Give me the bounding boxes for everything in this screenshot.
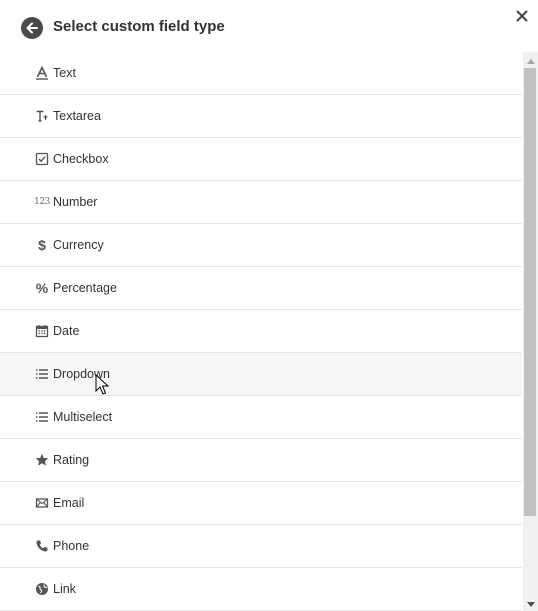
list-icon xyxy=(34,396,50,438)
phone-icon xyxy=(34,525,50,567)
checkbox-icon xyxy=(34,138,50,180)
field-type-date[interactable]: Date xyxy=(0,310,522,353)
field-type-list: Text Textarea Checkbox 123 Number $ Curr… xyxy=(0,52,522,611)
scroll-up-arrow-icon[interactable] xyxy=(523,54,538,68)
field-type-checkbox[interactable]: Checkbox xyxy=(0,138,522,181)
scroll-down-arrow-icon[interactable] xyxy=(523,597,538,611)
field-type-label: Percentage xyxy=(53,281,117,295)
field-type-label: Rating xyxy=(53,453,90,467)
field-type-label: Text xyxy=(53,66,76,80)
arrow-left-icon xyxy=(26,22,38,34)
field-type-label: Email xyxy=(53,496,85,510)
field-type-currency[interactable]: $ Currency xyxy=(0,224,522,267)
dollar-icon: $ xyxy=(38,237,46,253)
text-format-icon xyxy=(34,52,50,94)
textarea-icon xyxy=(34,95,50,137)
field-type-number[interactable]: 123 Number xyxy=(0,181,522,224)
mouse-cursor-icon xyxy=(95,374,109,395)
star-icon xyxy=(34,439,50,481)
back-button[interactable] xyxy=(21,17,43,39)
percent-icon: % xyxy=(35,280,49,296)
close-button[interactable] xyxy=(513,7,531,25)
field-type-text[interactable]: Text xyxy=(0,52,522,95)
dialog-header: Select custom field type xyxy=(0,0,538,52)
scrollbar-thumb[interactable] xyxy=(524,68,536,516)
field-type-textarea[interactable]: Textarea xyxy=(0,95,522,138)
field-type-multiselect[interactable]: Multiselect xyxy=(0,396,522,439)
globe-icon xyxy=(34,568,50,610)
envelope-icon xyxy=(34,482,50,524)
calendar-icon xyxy=(34,310,50,352)
field-type-link[interactable]: Link xyxy=(0,568,522,611)
field-type-label: Multiselect xyxy=(53,410,113,424)
dialog-title: Select custom field type xyxy=(53,18,225,35)
field-type-label: Date xyxy=(53,324,80,338)
field-type-label: Number xyxy=(53,195,98,209)
field-type-rating[interactable]: Rating xyxy=(0,439,522,482)
field-type-dropdown[interactable]: Dropdown xyxy=(0,353,522,396)
field-type-label: Link xyxy=(53,582,76,596)
field-type-phone[interactable]: Phone xyxy=(0,525,522,568)
list-icon xyxy=(34,353,50,395)
field-type-label: Checkbox xyxy=(53,152,109,166)
close-icon xyxy=(516,10,528,22)
field-type-label: Currency xyxy=(53,238,104,252)
field-type-percentage[interactable]: % Percentage xyxy=(0,267,522,310)
number-icon: 123 xyxy=(34,197,50,207)
scrollbar[interactable] xyxy=(523,52,538,611)
field-type-label: Textarea xyxy=(53,109,101,123)
field-type-email[interactable]: Email xyxy=(0,482,522,525)
field-type-label: Phone xyxy=(53,539,90,553)
